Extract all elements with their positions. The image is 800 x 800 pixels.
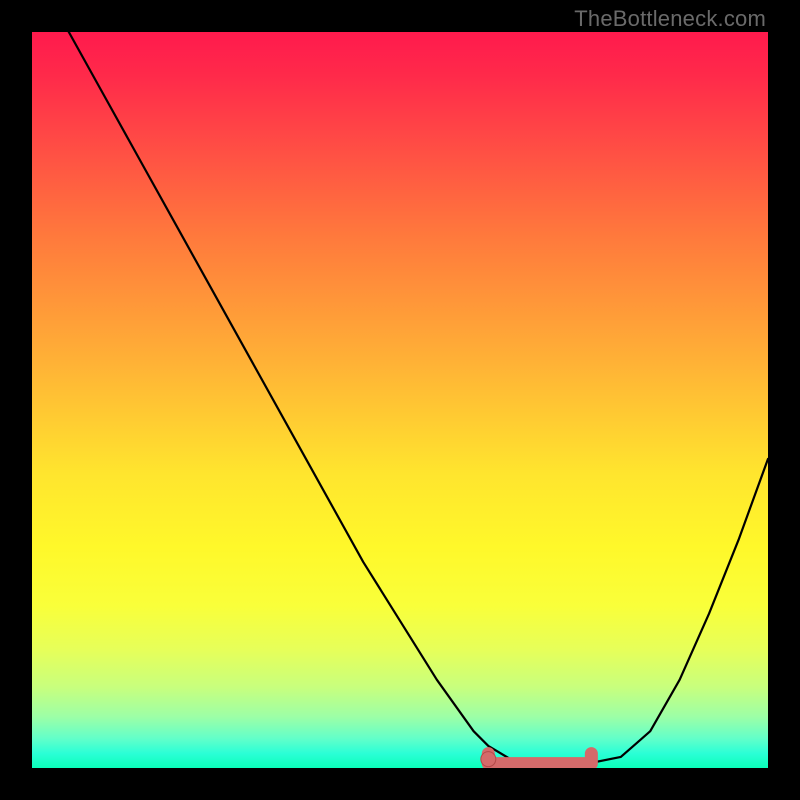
chart-svg xyxy=(32,32,768,768)
watermark-text: TheBottleneck.com xyxy=(574,6,766,32)
chart-frame: TheBottleneck.com xyxy=(0,0,800,800)
bottleneck-curve xyxy=(32,32,768,764)
plot-area xyxy=(32,32,768,768)
optimal-point-dot xyxy=(481,752,496,767)
